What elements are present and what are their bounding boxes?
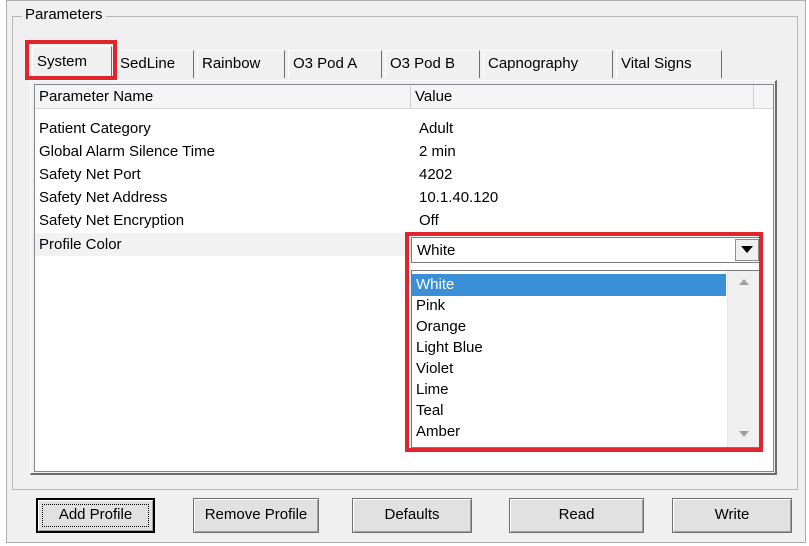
defaults-button[interactable]: Defaults	[352, 498, 472, 533]
column-header-parameter-name[interactable]: Parameter Name	[35, 85, 411, 109]
parameter-name: Profile Color	[39, 236, 122, 253]
read-button[interactable]: Read	[509, 498, 644, 533]
parameter-name: Patient Category	[39, 120, 151, 137]
tab-o3-pod-a[interactable]: O3 Pod A	[288, 50, 382, 78]
dropdown-option-pink[interactable]: Pink	[412, 295, 726, 317]
write-button[interactable]: Write	[672, 498, 792, 533]
parameter-value: Off	[419, 212, 439, 229]
groupbox-title: Parameters	[22, 6, 106, 24]
parameter-value: 10.1.40.120	[419, 189, 499, 206]
dropdown-option-amber[interactable]: Amber	[412, 421, 726, 443]
list-row[interactable]: Patient Category Adult	[35, 117, 773, 140]
tab-o3-pod-b[interactable]: O3 Pod B	[385, 50, 480, 78]
parameter-value: 2 min	[419, 143, 456, 160]
dropdown-option-light-blue[interactable]: Light Blue	[412, 337, 726, 359]
dropdown-option-teal[interactable]: Teal	[412, 400, 726, 422]
list-row[interactable]: Profile Color	[35, 233, 411, 256]
parameter-name: Safety Net Encryption	[39, 212, 185, 229]
focus-rectangle	[42, 504, 149, 527]
list-header: Parameter Name Value	[35, 85, 773, 109]
tab-rainbow[interactable]: Rainbow	[197, 50, 285, 78]
profile-color-dropdown-list[interactable]: White Pink Orange Light Blue Violet Lime…	[411, 270, 761, 448]
parameter-name: Global Alarm Silence Time	[39, 143, 215, 160]
dropdown-scrollbar[interactable]	[727, 271, 760, 447]
parameter-name: Safety Net Address	[39, 189, 168, 206]
combobox-dropdown-button[interactable]	[735, 239, 759, 261]
parameter-list[interactable]: Parameter Name Value Patient Category Ad…	[34, 84, 774, 472]
dropdown-option-violet[interactable]: Violet	[412, 358, 726, 380]
parameter-value: Adult	[419, 120, 454, 137]
list-row[interactable]: Safety Net Port 4202	[35, 163, 773, 186]
dropdown-option-white[interactable]: White	[412, 274, 726, 296]
chevron-down-icon	[741, 246, 753, 253]
dropdown-option-orange[interactable]: Orange	[412, 316, 726, 338]
parameter-name: Safety Net Port	[39, 166, 141, 183]
remove-profile-button[interactable]: Remove Profile	[193, 498, 319, 533]
list-row[interactable]: Safety Net Encryption Off	[35, 209, 773, 232]
column-header-value[interactable]: Value	[411, 85, 754, 109]
tab-system[interactable]: System	[32, 46, 112, 79]
add-profile-button[interactable]: Add Profile	[36, 498, 155, 533]
tab-sedline[interactable]: SedLine	[115, 50, 194, 78]
list-row[interactable]: Safety Net Address 10.1.40.120	[35, 186, 773, 209]
list-row[interactable]: Global Alarm Silence Time 2 min	[35, 140, 773, 163]
tab-capnography[interactable]: Capnography	[483, 50, 613, 78]
scroll-up-arrow-icon[interactable]	[739, 279, 749, 285]
tab-vital-signs[interactable]: Vital Signs	[616, 50, 722, 78]
profile-color-combobox[interactable]: White	[411, 237, 761, 263]
scroll-down-arrow-icon[interactable]	[739, 431, 749, 437]
dropdown-option-lime[interactable]: Lime	[412, 379, 726, 401]
parameter-value: 4202	[419, 166, 453, 183]
combobox-selected-value: White	[417, 242, 456, 259]
